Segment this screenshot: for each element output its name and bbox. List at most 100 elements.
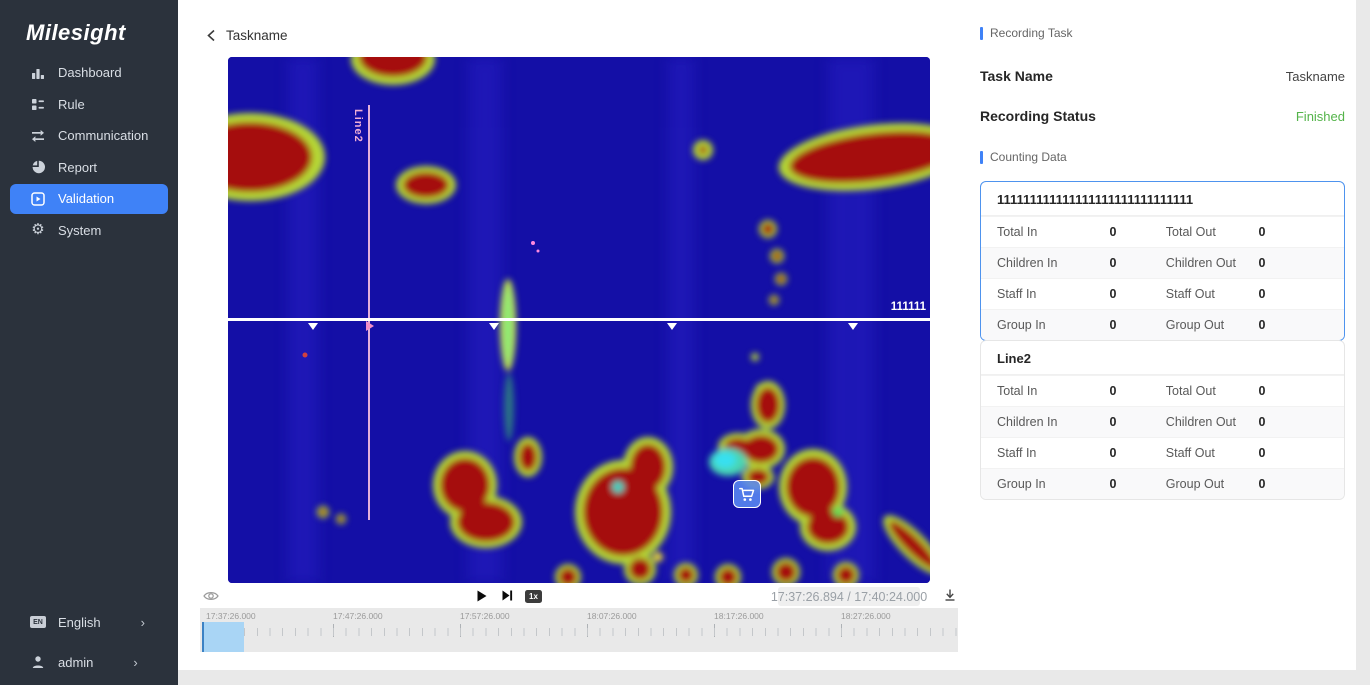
next-frame-button[interactable] xyxy=(502,590,513,601)
timeline-tick-label: 17:47:26.000 xyxy=(333,611,383,621)
line-direction-marker xyxy=(489,323,499,330)
metric-label: Group In xyxy=(997,477,1110,491)
metric-label: Total Out xyxy=(1166,384,1259,398)
sidebar-item-system[interactable]: ⚙ System xyxy=(10,215,168,245)
language-label: English xyxy=(58,615,101,630)
back-button[interactable]: Taskname xyxy=(206,28,288,43)
section-accent-bar xyxy=(980,151,983,164)
metric-label: Staff In xyxy=(997,446,1110,460)
sidebar-item-validation[interactable]: Validation xyxy=(10,184,168,214)
user-icon xyxy=(30,654,46,670)
timeline-recorded-range xyxy=(202,622,244,652)
metric-value: 0 xyxy=(1110,384,1166,398)
metric-label: Children In xyxy=(997,256,1110,270)
play-button[interactable] xyxy=(477,590,487,602)
task-name-value: Taskname xyxy=(1286,69,1345,84)
rule-icon xyxy=(30,96,46,112)
task-name-row: Task Name Taskname xyxy=(980,68,1345,84)
language-icon: EN xyxy=(30,616,46,628)
metric-value: 0 xyxy=(1258,287,1328,301)
metric-label: Staff In xyxy=(997,287,1110,301)
show-hide-overlay-button[interactable] xyxy=(203,590,219,602)
line-direction-marker xyxy=(848,323,858,330)
metric-label: Group Out xyxy=(1166,318,1259,332)
timeline-track[interactable]: 17:37:26.000 17:47:26.000 17:57:26.000 1… xyxy=(200,608,958,652)
metric-label: Children Out xyxy=(1166,415,1259,429)
metric-value: 0 xyxy=(1110,318,1166,332)
brand-logo: Milesight xyxy=(26,20,126,46)
counting-row: Staff In 0 Staff Out 0 xyxy=(981,278,1344,309)
metric-label: Total Out xyxy=(1166,225,1259,239)
communication-icon xyxy=(30,128,46,144)
metric-value: 0 xyxy=(1258,384,1328,398)
chevron-right-icon: › xyxy=(141,615,145,630)
counting-row: Total In 0 Total Out 0 xyxy=(981,375,1344,406)
chevron-right-icon: › xyxy=(133,655,137,670)
line-direction-marker xyxy=(308,323,318,330)
validation-icon xyxy=(30,191,46,207)
cart-marker-button[interactable] xyxy=(733,480,761,508)
metric-value: 0 xyxy=(1258,446,1328,460)
counting-row: Group In 0 Group Out 0 xyxy=(981,309,1344,340)
metric-value: 0 xyxy=(1110,477,1166,491)
playback-speed-label: 1x xyxy=(529,592,538,601)
line-direction-marker xyxy=(667,323,677,330)
line2-direction-marker xyxy=(366,321,374,331)
counting-data-section-header: Counting Data xyxy=(980,150,1067,164)
sidebar-item-rule[interactable]: Rule xyxy=(10,89,168,119)
metric-value: 0 xyxy=(1110,287,1166,301)
back-icon xyxy=(206,29,217,42)
line2-overlay-label: Line2 xyxy=(352,109,364,143)
language-selector[interactable]: EN English › xyxy=(0,608,178,636)
user-label: admin xyxy=(58,655,93,670)
download-icon xyxy=(943,588,957,602)
metric-label: Staff Out xyxy=(1166,287,1259,301)
metric-value: 0 xyxy=(1110,225,1166,239)
playback-speed-button[interactable]: 1x xyxy=(525,590,542,603)
metric-label: Children Out xyxy=(1166,256,1259,270)
timeline-minor-ticks xyxy=(200,628,958,636)
main-content: Taskname xyxy=(178,0,1356,670)
recording-task-section-header: Recording Task xyxy=(980,26,1073,40)
counting-card-line2[interactable]: Line2 Total In 0 Total Out 0 Children In… xyxy=(980,340,1345,500)
sidebar: Milesight Dashboard Rule Communication xyxy=(0,0,178,685)
sidebar-item-dashboard[interactable]: Dashboard xyxy=(10,58,168,88)
metric-value: 0 xyxy=(1258,318,1328,332)
timeline-tick-label: 18:27:26.000 xyxy=(841,611,891,621)
section-title: Recording Task xyxy=(990,26,1073,40)
counting-row: Children In 0 Children Out 0 xyxy=(981,247,1344,278)
metric-value: 0 xyxy=(1110,256,1166,270)
download-button[interactable] xyxy=(943,588,957,602)
counting-row: Children In 0 Children Out 0 xyxy=(981,406,1344,437)
recording-status-row: Recording Status Finished xyxy=(980,108,1345,124)
counting-card-line1[interactable]: 111111111111111111111111111111 Total In … xyxy=(980,181,1345,341)
metric-label: Total In xyxy=(997,225,1110,239)
counting-card-title: Line2 xyxy=(981,341,1344,375)
metric-label: Group Out xyxy=(1166,477,1259,491)
user-menu[interactable]: admin › xyxy=(0,648,178,676)
next-frame-icon xyxy=(502,590,513,601)
metric-label: Staff Out xyxy=(1166,446,1259,460)
metric-value: 0 xyxy=(1110,446,1166,460)
sidebar-item-report[interactable]: Report xyxy=(10,152,168,182)
metric-label: Group In xyxy=(997,318,1110,332)
sidebar-item-label: Communication xyxy=(58,128,148,143)
section-accent-bar xyxy=(980,27,983,40)
sidebar-item-label: Dashboard xyxy=(58,65,122,80)
counting-row: Group In 0 Group Out 0 xyxy=(981,468,1344,499)
gear-icon: ⚙ xyxy=(30,222,46,238)
play-icon xyxy=(477,590,487,602)
timeline-tick-label: 18:07:26.000 xyxy=(587,611,637,621)
dashboard-icon xyxy=(30,65,46,81)
report-icon xyxy=(30,159,46,175)
metric-value: 0 xyxy=(1258,415,1328,429)
metric-value: 0 xyxy=(1258,225,1328,239)
playback-time-display: 17:37:26.894 / 17:40:24.000 xyxy=(778,587,920,606)
sidebar-item-label: Validation xyxy=(58,191,114,206)
line1-overlay-label: 111111 xyxy=(891,301,926,313)
counting-row: Staff In 0 Staff Out 0 xyxy=(981,437,1344,468)
sidebar-item-communication[interactable]: Communication xyxy=(10,121,168,151)
task-name-label: Task Name xyxy=(980,68,1053,84)
video-player[interactable]: Line2 111111 xyxy=(228,57,930,583)
counting-row: Total In 0 Total Out 0 xyxy=(981,216,1344,247)
